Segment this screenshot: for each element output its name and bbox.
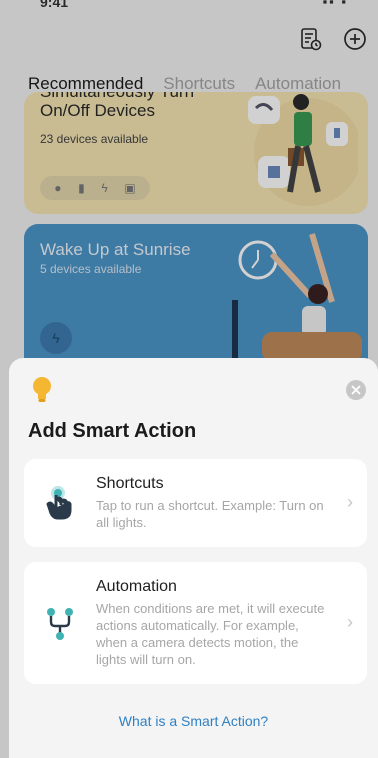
option-description: When conditions are met, it will execute… [96,601,325,667]
option-automation[interactable]: Automation When conditions are met, it w… [24,562,367,684]
close-icon [351,385,361,395]
add-smart-action-sheet: Add Smart Action Shortcuts Tap to run a … [9,358,378,758]
automation-flow-icon [40,604,80,644]
chevron-right-icon: › [347,492,353,512]
lightbulb-icon [31,376,53,409]
chevron-right-icon: › [347,612,353,632]
option-title: Shortcuts [96,475,164,492]
tap-hand-icon [40,483,80,523]
option-title: Automation [96,578,177,595]
option-shortcuts[interactable]: Shortcuts Tap to run a shortcut. Example… [24,459,367,547]
what-is-smart-action-link[interactable]: What is a Smart Action? [9,713,378,729]
close-button[interactable] [346,380,366,400]
sheet-title: Add Smart Action [28,420,197,442]
option-description: Tap to run a shortcut. Example: Turn on … [96,498,324,530]
